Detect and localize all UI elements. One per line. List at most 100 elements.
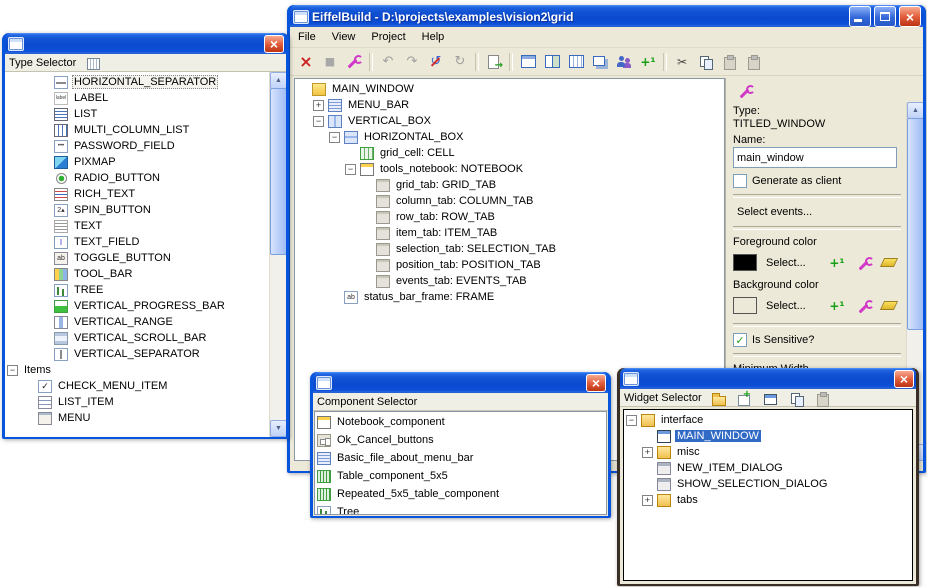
view-split-button[interactable] bbox=[540, 50, 564, 73]
window-button[interactable] bbox=[758, 386, 782, 409]
titlebar[interactable]: EiffelBuild - D:\projects\examples\visio… bbox=[290, 5, 923, 27]
tree-item[interactable]: CHECK_MENU_ITEM bbox=[5, 378, 269, 394]
tree-item[interactable]: TOGGLE_BUTTON bbox=[5, 250, 269, 266]
titlebar[interactable] bbox=[313, 372, 608, 393]
delete-button[interactable] bbox=[294, 50, 318, 73]
view-table-button[interactable] bbox=[564, 50, 588, 73]
foreground-color-swatch[interactable] bbox=[733, 254, 757, 271]
add-one-button[interactable] bbox=[825, 294, 849, 317]
wrench-button[interactable] bbox=[851, 251, 875, 274]
view-grid-button[interactable] bbox=[516, 50, 540, 73]
tree-item[interactable]: column_tab: COLUMN_TAB bbox=[295, 193, 724, 209]
cut-button[interactable] bbox=[670, 50, 694, 73]
close-button[interactable] bbox=[586, 374, 606, 392]
copy-button[interactable] bbox=[694, 50, 718, 73]
close-button[interactable] bbox=[264, 35, 284, 53]
tree-item[interactable]: Table_component_5x5 bbox=[315, 467, 606, 485]
tree-item[interactable]: LABEL bbox=[5, 90, 269, 106]
maximize-button[interactable] bbox=[874, 6, 896, 27]
background-color-swatch[interactable] bbox=[733, 297, 757, 314]
tree-item[interactable]: MENU bbox=[5, 410, 269, 426]
titlebar[interactable] bbox=[5, 33, 286, 54]
paste2-button[interactable] bbox=[742, 50, 766, 73]
tree-item[interactable]: +tabs bbox=[624, 492, 912, 508]
tree-item[interactable]: Ok_Cancel_buttons bbox=[315, 431, 606, 449]
tree-item[interactable]: −HORIZONTAL_BOX bbox=[295, 129, 724, 145]
tree-item[interactable]: grid_cell: CELL bbox=[295, 145, 724, 161]
close-button[interactable] bbox=[894, 370, 914, 388]
tree-item[interactable]: RADIO_BUTTON bbox=[5, 170, 269, 186]
tree-item[interactable]: RICH_TEXT bbox=[5, 186, 269, 202]
redo2-button[interactable] bbox=[448, 50, 472, 73]
menu-item-view[interactable]: View bbox=[324, 28, 364, 46]
tree-item[interactable]: TEXT_FIELD bbox=[5, 234, 269, 250]
scroll-up-icon[interactable]: ▲ bbox=[907, 102, 923, 119]
copy-button[interactable] bbox=[784, 386, 808, 409]
tree-item[interactable]: grid_tab: GRID_TAB bbox=[295, 177, 724, 193]
tree-item[interactable]: Tree bbox=[315, 503, 606, 515]
add-window-button[interactable] bbox=[732, 386, 756, 409]
tree-item[interactable]: item_tab: ITEM_TAB bbox=[295, 225, 724, 241]
menu-item-file[interactable]: File bbox=[290, 28, 324, 46]
is-sensitive-checkbox[interactable] bbox=[733, 333, 747, 347]
tree-item[interactable]: −tools_notebook: NOTEBOOK bbox=[295, 161, 724, 177]
minimize-button[interactable] bbox=[849, 6, 871, 27]
scroll-thumb[interactable] bbox=[270, 88, 286, 255]
stop-button[interactable] bbox=[318, 50, 342, 73]
tree-item[interactable]: position_tab: POSITION_TAB bbox=[295, 257, 724, 273]
select-events-button[interactable]: Select events... bbox=[733, 204, 816, 220]
tree-item[interactable]: MAIN_WINDOW bbox=[624, 428, 912, 444]
tree-item[interactable]: VERTICAL_SCROLL_BAR bbox=[5, 330, 269, 346]
build-button[interactable] bbox=[342, 50, 366, 73]
collapse-icon[interactable]: − bbox=[345, 164, 356, 175]
tree-item[interactable]: PIXMAP bbox=[5, 154, 269, 170]
tree-item[interactable]: SHOW_SELECTION_DIALOG bbox=[624, 476, 912, 492]
tree-item[interactable]: Repeated_5x5_table_component bbox=[315, 485, 606, 503]
tree-item[interactable]: status_bar_frame: FRAME bbox=[295, 289, 724, 305]
view-stack-button[interactable] bbox=[588, 50, 612, 73]
tree-item[interactable]: SPIN_BUTTON bbox=[5, 202, 269, 218]
tree-item[interactable]: events_tab: EVENTS_TAB bbox=[295, 273, 724, 289]
tree-item[interactable]: +MENU_BAR bbox=[295, 97, 724, 113]
users-button[interactable] bbox=[612, 50, 636, 73]
scroll-down-icon[interactable]: ▼ bbox=[270, 420, 286, 437]
tree-item[interactable]: VERTICAL_PROGRESS_BAR bbox=[5, 298, 269, 314]
eraser-button[interactable] bbox=[877, 294, 901, 317]
close-button[interactable] bbox=[899, 6, 921, 27]
tree-item[interactable]: −Items bbox=[5, 362, 269, 378]
menu-item-project[interactable]: Project bbox=[363, 28, 413, 46]
select-foreground-button[interactable]: Select... bbox=[762, 255, 810, 271]
tree-item[interactable]: TOOL_BAR bbox=[5, 266, 269, 282]
expand-icon[interactable]: + bbox=[642, 447, 653, 458]
tree-item[interactable]: LIST_ITEM bbox=[5, 394, 269, 410]
tree-item[interactable]: Basic_file_about_menu_bar bbox=[315, 449, 606, 467]
tree-item[interactable]: Notebook_component bbox=[315, 413, 606, 431]
expand-icon[interactable]: + bbox=[642, 495, 653, 506]
redo-button[interactable] bbox=[400, 50, 424, 73]
tree-item[interactable]: NEW_ITEM_DIALOG bbox=[624, 460, 912, 476]
tree-item[interactable]: MAIN_WINDOW bbox=[295, 81, 724, 97]
tree-item[interactable]: row_tab: ROW_TAB bbox=[295, 209, 724, 225]
tree-item[interactable]: MULTI_COLUMN_LIST bbox=[5, 122, 269, 138]
scroll-thumb[interactable] bbox=[907, 118, 923, 330]
tree-item[interactable]: VERTICAL_SEPARATOR bbox=[5, 346, 269, 362]
select-background-button[interactable]: Select... bbox=[762, 298, 810, 314]
export-button[interactable] bbox=[482, 50, 506, 73]
tree-item[interactable]: selection_tab: SELECTION_TAB bbox=[295, 241, 724, 257]
eraser-button[interactable] bbox=[877, 251, 901, 274]
add-one-button[interactable] bbox=[825, 251, 849, 274]
tree-item[interactable]: TEXT bbox=[5, 218, 269, 234]
scroll-up-icon[interactable]: ▲ bbox=[270, 72, 286, 89]
folder-button[interactable] bbox=[706, 386, 730, 409]
collapse-icon[interactable]: − bbox=[313, 116, 324, 127]
expand-icon[interactable]: + bbox=[313, 100, 324, 111]
paste-button[interactable] bbox=[810, 386, 834, 409]
add-one-button[interactable] bbox=[636, 50, 660, 73]
generate-as-client-checkbox[interactable] bbox=[733, 174, 747, 188]
collapse-icon[interactable]: − bbox=[626, 415, 637, 426]
wrench-button[interactable] bbox=[851, 294, 875, 317]
wrench-button[interactable] bbox=[732, 79, 756, 102]
grid-button[interactable] bbox=[80, 51, 104, 74]
tree-item[interactable]: −VERTICAL_BOX bbox=[295, 113, 724, 129]
type-list-scrollbar[interactable]: ▲ ▼ bbox=[269, 72, 286, 437]
